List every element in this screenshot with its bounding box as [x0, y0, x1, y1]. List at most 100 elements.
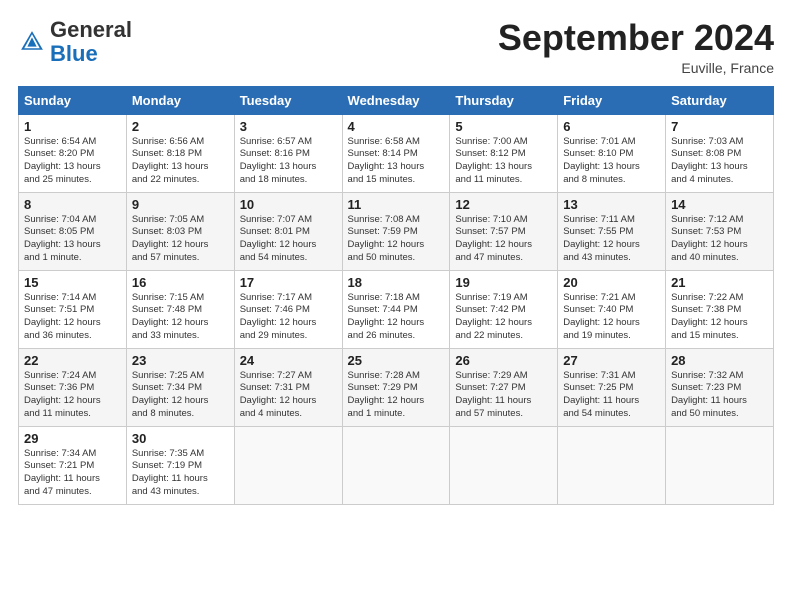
day-info: Sunrise: 6:54 AMSunset: 8:20 PMDaylight:…: [24, 136, 121, 187]
calendar-week-row: 8 Sunrise: 7:04 AMSunset: 8:05 PMDaylight…: [19, 192, 774, 270]
day-number: 2: [132, 119, 229, 134]
table-row: 30 Sunrise: 7:35 AMSunset: 7:19 PMDayligh…: [126, 426, 234, 504]
day-number: 28: [671, 353, 768, 368]
day-info: Sunrise: 7:10 AMSunset: 7:57 PMDaylight:…: [455, 214, 552, 265]
day-info: Sunrise: 7:04 AMSunset: 8:05 PMDaylight:…: [24, 214, 121, 265]
table-row: 10 Sunrise: 7:07 AMSunset: 8:01 PMDayligh…: [234, 192, 342, 270]
day-number: 8: [24, 197, 121, 212]
table-row: 16 Sunrise: 7:15 AMSunset: 7:48 PMDayligh…: [126, 270, 234, 348]
day-info: Sunrise: 7:22 AMSunset: 7:38 PMDaylight:…: [671, 292, 768, 343]
day-number: 22: [24, 353, 121, 368]
col-sunday: Sunday: [19, 86, 127, 114]
day-info: Sunrise: 7:27 AMSunset: 7:31 PMDaylight:…: [240, 370, 337, 421]
table-row: 13Sunrise: 7:11 AMSunset: 7:55 PMDayligh…: [558, 192, 666, 270]
col-wednesday: Wednesday: [342, 86, 450, 114]
month-title: September 2024: [498, 18, 774, 58]
day-info: Sunrise: 7:00 AMSunset: 8:12 PMDaylight:…: [455, 136, 552, 187]
day-number: 14: [671, 197, 768, 212]
calendar: Sunday Monday Tuesday Wednesday Thursday…: [18, 86, 774, 505]
day-number: 26: [455, 353, 552, 368]
table-row: 29 Sunrise: 7:34 AMSunset: 7:21 PMDayligh…: [19, 426, 127, 504]
day-number: 15: [24, 275, 121, 290]
table-row: 25 Sunrise: 7:28 AMSunset: 7:29 PMDayligh…: [342, 348, 450, 426]
day-number: 13: [563, 197, 660, 212]
table-row: 19 Sunrise: 7:19 AMSunset: 7:42 PMDayligh…: [450, 270, 558, 348]
table-row: 1 Sunrise: 6:54 AMSunset: 8:20 PMDaylight…: [19, 114, 127, 192]
day-number: 1: [24, 119, 121, 134]
logo-blue-text: Blue: [50, 41, 98, 66]
col-friday: Friday: [558, 86, 666, 114]
title-block: September 2024 Euville, France: [498, 18, 774, 76]
calendar-week-row: 22 Sunrise: 7:24 AMSunset: 7:36 PMDayligh…: [19, 348, 774, 426]
day-info: Sunrise: 7:05 AMSunset: 8:03 PMDaylight:…: [132, 214, 229, 265]
day-number: 18: [348, 275, 445, 290]
table-row: 14 Sunrise: 7:12 AMSunset: 7:53 PMDayligh…: [666, 192, 774, 270]
table-row: 12Sunrise: 7:10 AMSunset: 7:57 PMDayligh…: [450, 192, 558, 270]
table-row: 15 Sunrise: 7:14 AMSunset: 7:51 PMDayligh…: [19, 270, 127, 348]
calendar-week-row: 15 Sunrise: 7:14 AMSunset: 7:51 PMDayligh…: [19, 270, 774, 348]
table-row: 8 Sunrise: 7:04 AMSunset: 8:05 PMDaylight…: [19, 192, 127, 270]
col-monday: Monday: [126, 86, 234, 114]
day-number: 16: [132, 275, 229, 290]
logo-general-text: General: [50, 17, 132, 42]
logo: General Blue: [18, 18, 132, 66]
day-info: Sunrise: 7:24 AMSunset: 7:36 PMDaylight:…: [24, 370, 121, 421]
table-row: 3 Sunrise: 6:57 AMSunset: 8:16 PMDaylight…: [234, 114, 342, 192]
day-info: Sunrise: 7:01 AMSunset: 8:10 PMDaylight:…: [563, 136, 660, 187]
day-number: 19: [455, 275, 552, 290]
col-saturday: Saturday: [666, 86, 774, 114]
day-info: Sunrise: 6:58 AMSunset: 8:14 PMDaylight:…: [348, 136, 445, 187]
day-number: 23: [132, 353, 229, 368]
day-info: Sunrise: 7:15 AMSunset: 7:48 PMDaylight:…: [132, 292, 229, 343]
day-info: Sunrise: 7:28 AMSunset: 7:29 PMDaylight:…: [348, 370, 445, 421]
table-row: 26Sunrise: 7:29 AMSunset: 7:27 PMDayligh…: [450, 348, 558, 426]
table-row: [234, 426, 342, 504]
day-number: 7: [671, 119, 768, 134]
table-row: [342, 426, 450, 504]
day-number: 30: [132, 431, 229, 446]
day-info: Sunrise: 7:03 AMSunset: 8:08 PMDaylight:…: [671, 136, 768, 187]
day-info: Sunrise: 7:14 AMSunset: 7:51 PMDaylight:…: [24, 292, 121, 343]
table-row: 5 Sunrise: 7:00 AMSunset: 8:12 PMDaylight…: [450, 114, 558, 192]
day-info: Sunrise: 7:34 AMSunset: 7:21 PMDaylight:…: [24, 448, 121, 499]
day-info: Sunrise: 6:56 AMSunset: 8:18 PMDaylight:…: [132, 136, 229, 187]
col-thursday: Thursday: [450, 86, 558, 114]
table-row: [558, 426, 666, 504]
day-number: 17: [240, 275, 337, 290]
day-info: Sunrise: 7:12 AMSunset: 7:53 PMDaylight:…: [671, 214, 768, 265]
day-number: 10: [240, 197, 337, 212]
calendar-week-row: 29 Sunrise: 7:34 AMSunset: 7:21 PMDayligh…: [19, 426, 774, 504]
day-info: Sunrise: 7:07 AMSunset: 8:01 PMDaylight:…: [240, 214, 337, 265]
header: General Blue September 2024 Euville, Fra…: [18, 18, 774, 76]
table-row: 23 Sunrise: 7:25 AMSunset: 7:34 PMDayligh…: [126, 348, 234, 426]
day-number: 25: [348, 353, 445, 368]
table-row: 24Sunrise: 7:27 AMSunset: 7:31 PMDayligh…: [234, 348, 342, 426]
day-number: 3: [240, 119, 337, 134]
table-row: 20 Sunrise: 7:21 AMSunset: 7:40 PMDayligh…: [558, 270, 666, 348]
table-row: 6Sunrise: 7:01 AMSunset: 8:10 PMDaylight…: [558, 114, 666, 192]
day-info: Sunrise: 7:25 AMSunset: 7:34 PMDaylight:…: [132, 370, 229, 421]
day-number: 5: [455, 119, 552, 134]
day-info: Sunrise: 6:57 AMSunset: 8:16 PMDaylight:…: [240, 136, 337, 187]
day-number: 27: [563, 353, 660, 368]
table-row: 2 Sunrise: 6:56 AMSunset: 8:18 PMDaylight…: [126, 114, 234, 192]
day-number: 11: [348, 197, 445, 212]
day-info: Sunrise: 7:32 AMSunset: 7:23 PMDaylight:…: [671, 370, 768, 421]
table-row: 9Sunrise: 7:05 AMSunset: 8:03 PMDaylight…: [126, 192, 234, 270]
day-info: Sunrise: 7:31 AMSunset: 7:25 PMDaylight:…: [563, 370, 660, 421]
day-number: 20: [563, 275, 660, 290]
col-tuesday: Tuesday: [234, 86, 342, 114]
day-number: 4: [348, 119, 445, 134]
day-number: 29: [24, 431, 121, 446]
calendar-week-row: 1 Sunrise: 6:54 AMSunset: 8:20 PMDaylight…: [19, 114, 774, 192]
page: General Blue September 2024 Euville, Fra…: [0, 0, 792, 612]
table-row: 28 Sunrise: 7:32 AMSunset: 7:23 PMDayligh…: [666, 348, 774, 426]
table-row: [450, 426, 558, 504]
day-info: Sunrise: 7:18 AMSunset: 7:44 PMDaylight:…: [348, 292, 445, 343]
table-row: 11Sunrise: 7:08 AMSunset: 7:59 PMDayligh…: [342, 192, 450, 270]
day-info: Sunrise: 7:19 AMSunset: 7:42 PMDaylight:…: [455, 292, 552, 343]
table-row: 7 Sunrise: 7:03 AMSunset: 8:08 PMDaylight…: [666, 114, 774, 192]
day-info: Sunrise: 7:21 AMSunset: 7:40 PMDaylight:…: [563, 292, 660, 343]
table-row: 21Sunrise: 7:22 AMSunset: 7:38 PMDayligh…: [666, 270, 774, 348]
day-info: Sunrise: 7:35 AMSunset: 7:19 PMDaylight:…: [132, 448, 229, 499]
